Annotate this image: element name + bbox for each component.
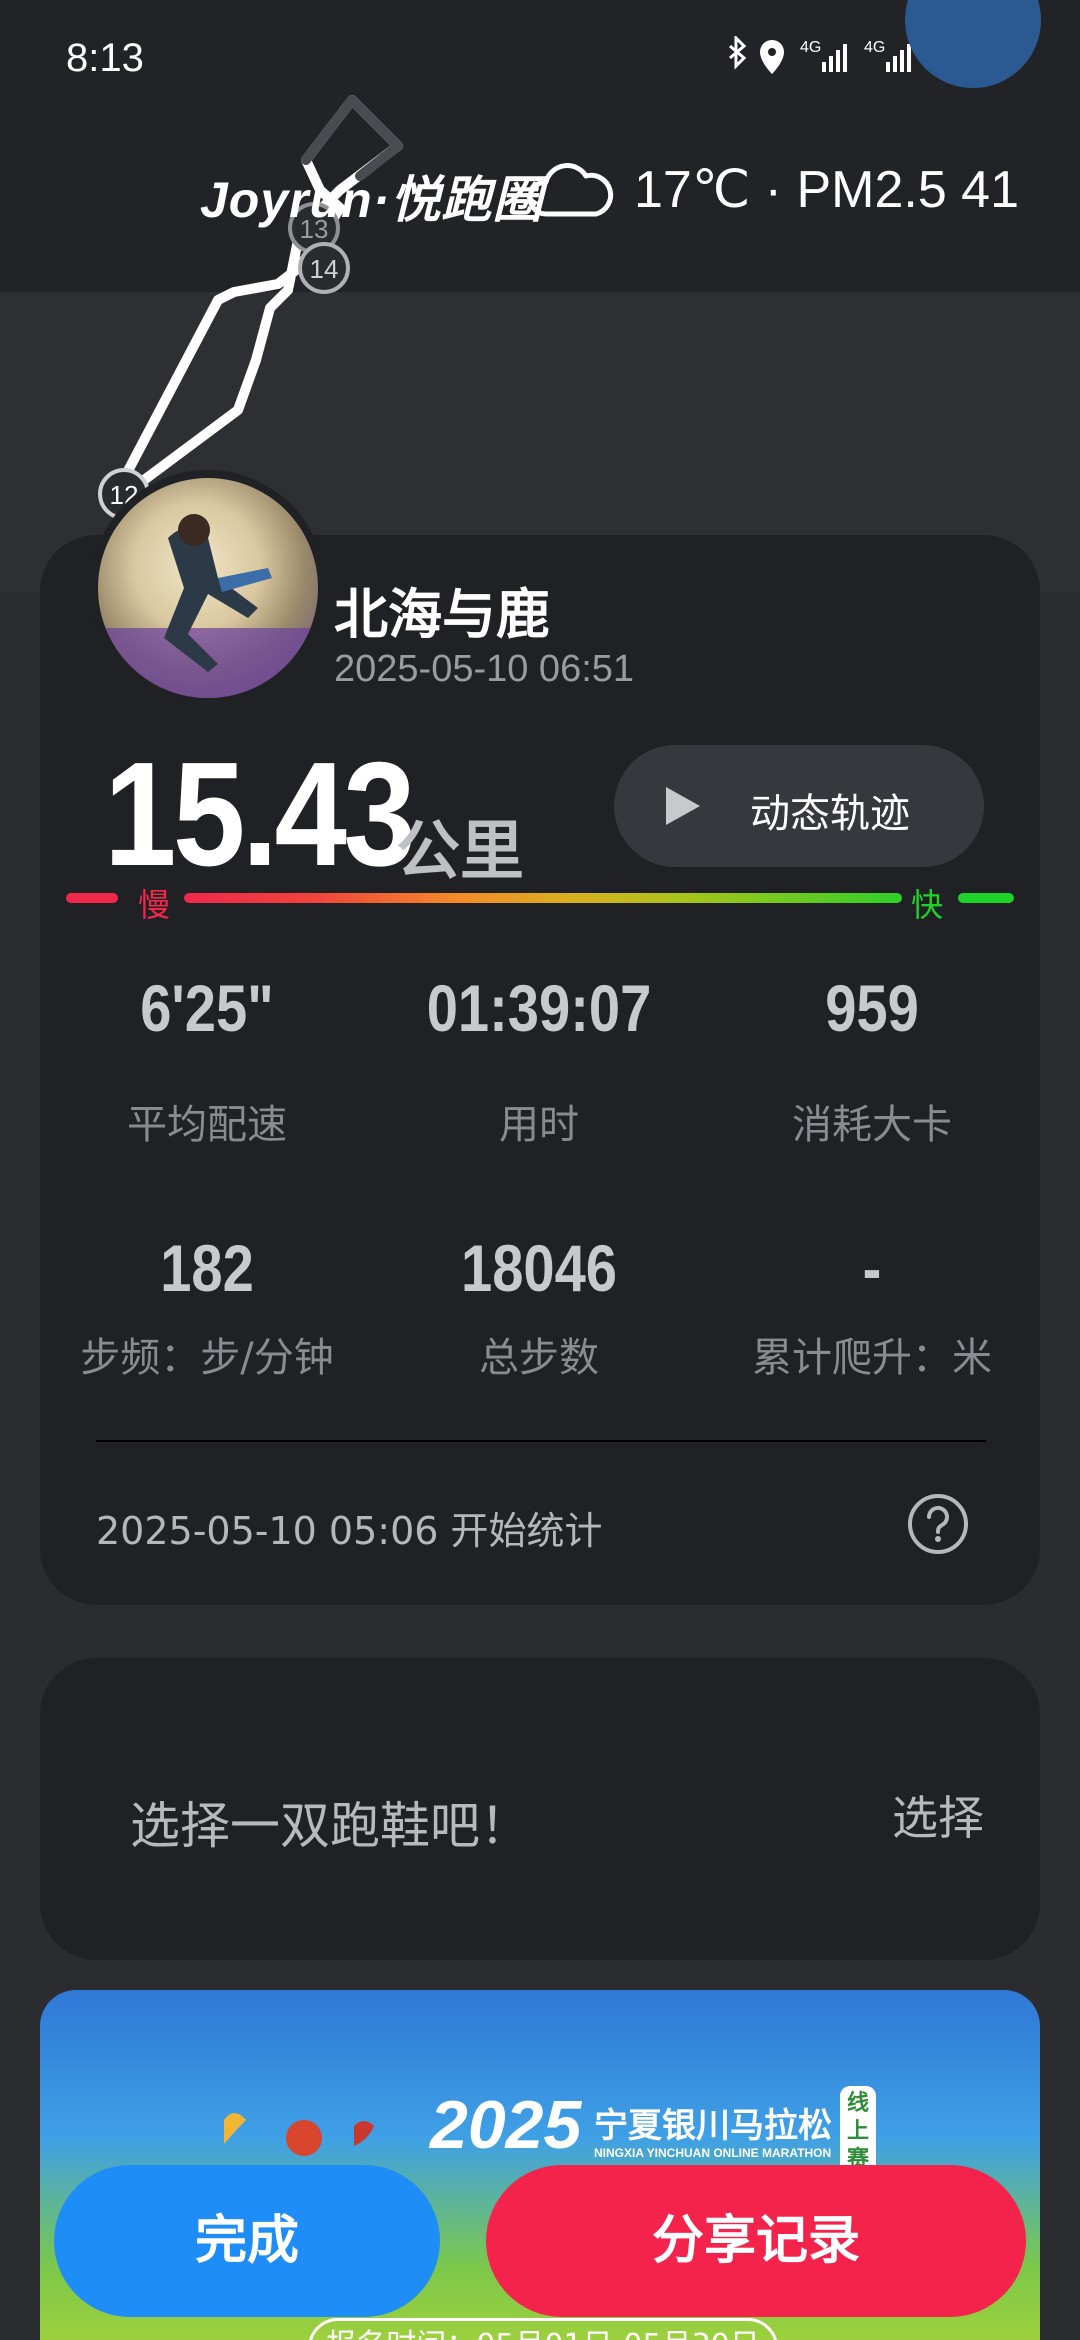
banner-subtitle: NINGXIA YINCHUAN ONLINE MARATHON (594, 2146, 832, 2160)
stat-elevation-label: 累计爬升：米 (752, 1335, 992, 1381)
svg-text:14: 14 (310, 254, 339, 284)
dynamic-track-label: 动态轨迹 (750, 791, 910, 837)
stat-avg-pace-label: 平均配速 (127, 1102, 287, 1148)
banner-title: 宁夏银川马拉松 (594, 2106, 832, 2146)
event-logos (224, 2113, 374, 2156)
location-icon (760, 40, 784, 74)
pace-slow-label: 慢 (138, 886, 171, 924)
shoe-prompt: 选择一双跑鞋吧！ (130, 1797, 530, 1855)
play-icon (666, 787, 700, 825)
dynamic-track-button[interactable]: 动态轨迹 (614, 745, 984, 867)
stat-calories-value: 959 (825, 971, 919, 1045)
username: 北海与鹿 (334, 583, 550, 646)
share-record-button[interactable]: 分享记录 (486, 2165, 1026, 2317)
km-marker-14: 14 (298, 242, 350, 294)
banner-date: 报名时间：05月01日-05月30日 (308, 2318, 778, 2340)
avatar[interactable] (90, 470, 326, 706)
pace-fast-label: 快 (911, 886, 944, 924)
shoe-card[interactable]: 选择一双跑鞋吧！ 选择 (40, 1658, 1040, 1960)
status-time: 8:13 (66, 36, 144, 80)
stat-duration-value: 01:39:07 (426, 971, 652, 1045)
route-path (115, 95, 403, 491)
stat-duration-label: 用时 (499, 1102, 579, 1148)
run-datetime: 2025-05-10 06:51 (334, 648, 635, 690)
distance-unit: 公里 (396, 815, 524, 889)
bluetooth-icon (729, 36, 747, 70)
weather-info: 17℃ · PM2.5 41 (634, 161, 1020, 219)
signal-icon-2: 4G (864, 39, 911, 72)
stat-elevation-value: - (862, 1231, 882, 1305)
distance-value: 15.43 (104, 732, 416, 897)
svg-text:4G: 4G (800, 39, 821, 56)
stat-total-steps-value: 18046 (460, 1231, 618, 1305)
pace-scale-bar: 慢 快 (66, 880, 1016, 924)
svg-text:4G: 4G (864, 39, 885, 56)
app-brand-logo: Joyrun·悦跑圈 (200, 172, 544, 228)
banner-badge: 线上赛 (840, 2086, 876, 2176)
stat-cadence-value: 182 (160, 1231, 254, 1305)
banner-year: 2025 (430, 2087, 582, 2163)
stat-total-steps-label: 总步数 (479, 1335, 599, 1381)
help-icon[interactable] (906, 1492, 970, 1556)
stat-calories-label: 消耗大卡 (792, 1102, 952, 1148)
cloud-icon (527, 163, 614, 217)
start-stats-text: 2025-05-10 05:06 开始统计 (96, 1509, 603, 1553)
signal-icon-1: 4G (800, 39, 847, 72)
divider (96, 1440, 986, 1442)
stat-cadence-label: 步频：步/分钟 (80, 1335, 334, 1381)
shoe-select-button[interactable]: 选择 (892, 1782, 984, 1848)
stat-avg-pace-value: 6'25" (140, 971, 274, 1045)
done-button[interactable]: 完成 (54, 2165, 440, 2317)
runner-avatar-image (98, 514, 318, 698)
